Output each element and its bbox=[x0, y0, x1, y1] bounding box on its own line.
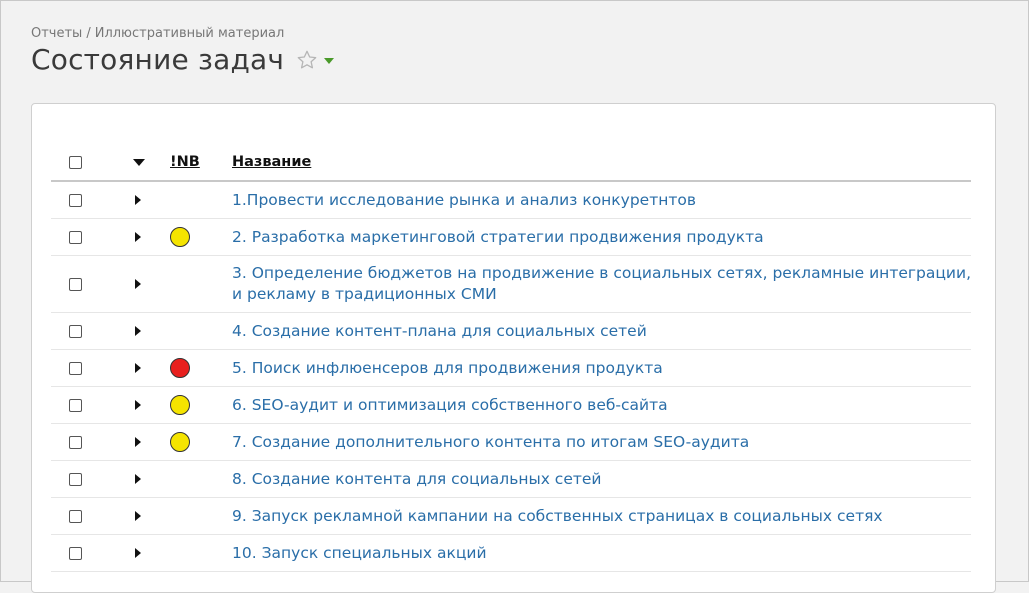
task-link[interactable]: 7. Создание дополнительного контента по … bbox=[232, 433, 749, 451]
expand-icon[interactable] bbox=[135, 474, 141, 484]
table-row: 3. Определение бюджетов на продвижение в… bbox=[51, 256, 971, 313]
expand-icon[interactable] bbox=[135, 548, 141, 558]
table-row: 9. Запуск рекламной кампании на собствен… bbox=[51, 498, 971, 535]
task-link[interactable]: 2. Разработка маркетинговой стратегии пр… bbox=[232, 228, 764, 246]
row-name-cell: 1.Провести исследование рынка и анализ к… bbox=[232, 183, 971, 218]
row-expand-cell bbox=[103, 363, 160, 373]
table-row: 5. Поиск инфлюенсеров для продвижения пр… bbox=[51, 350, 971, 387]
row-nb-cell bbox=[160, 395, 232, 415]
row-checkbox[interactable] bbox=[69, 324, 82, 338]
page-title: Состояние задач bbox=[31, 43, 285, 76]
row-expand-cell bbox=[103, 548, 160, 558]
row-expand-cell bbox=[103, 326, 160, 336]
expand-icon[interactable] bbox=[135, 195, 141, 205]
row-expand-cell bbox=[103, 400, 160, 410]
row-name-cell: 3. Определение бюджетов на продвижение в… bbox=[232, 256, 971, 312]
row-check-cell bbox=[51, 230, 103, 244]
row-name-cell: 6. SEO-аудит и оптимизация собственного … bbox=[232, 388, 971, 423]
table-row: 10. Запуск специальных акций bbox=[51, 535, 971, 572]
row-check-cell bbox=[51, 277, 103, 291]
task-link[interactable]: 8. Создание контента для социальных сете… bbox=[232, 470, 602, 488]
table-row: 7. Создание дополнительного контента по … bbox=[51, 424, 971, 461]
task-link[interactable]: 10. Запуск специальных акций bbox=[232, 544, 487, 562]
row-checkbox[interactable] bbox=[69, 398, 82, 412]
task-table: !NB Название 1.Провести исследование рын… bbox=[51, 144, 971, 572]
table-row: 4. Создание контент-плана для социальных… bbox=[51, 313, 971, 350]
select-all-checkbox[interactable] bbox=[69, 155, 82, 169]
header-expand-cell bbox=[103, 158, 160, 166]
task-link[interactable]: 6. SEO-аудит и оптимизация собственного … bbox=[232, 396, 668, 414]
row-nb-cell bbox=[160, 358, 232, 378]
star-icon[interactable] bbox=[296, 49, 318, 71]
expand-icon[interactable] bbox=[135, 400, 141, 410]
task-link[interactable]: 9. Запуск рекламной кампании на собствен… bbox=[232, 507, 883, 525]
yellow-status-icon bbox=[170, 227, 190, 247]
row-expand-cell bbox=[103, 511, 160, 521]
row-check-cell bbox=[51, 509, 103, 523]
row-expand-cell bbox=[103, 437, 160, 447]
table-header-row: !NB Название bbox=[51, 144, 971, 182]
breadcrumb: Отчеты / Иллюстративный материал bbox=[31, 26, 284, 41]
row-check-cell bbox=[51, 435, 103, 449]
row-expand-cell bbox=[103, 232, 160, 242]
collapse-all-icon[interactable] bbox=[133, 158, 145, 166]
row-checkbox[interactable] bbox=[69, 277, 82, 291]
row-checkbox[interactable] bbox=[69, 546, 82, 560]
task-link[interactable]: 4. Создание контент-плана для социальных… bbox=[232, 322, 647, 340]
yellow-status-icon bbox=[170, 395, 190, 415]
row-name-cell: 7. Создание дополнительного контента по … bbox=[232, 425, 971, 460]
header-name-cell: Название bbox=[232, 144, 971, 180]
red-status-icon bbox=[170, 358, 190, 378]
row-check-cell bbox=[51, 324, 103, 338]
title-row: Состояние задач bbox=[31, 43, 335, 76]
expand-icon[interactable] bbox=[135, 279, 141, 289]
task-link[interactable]: 5. Поиск инфлюенсеров для продвижения пр… bbox=[232, 359, 663, 377]
row-check-cell bbox=[51, 398, 103, 412]
header-nb-cell: !NB bbox=[160, 154, 232, 170]
table-row: 1.Провести исследование рынка и анализ к… bbox=[51, 182, 971, 219]
row-expand-cell bbox=[103, 195, 160, 205]
row-checkbox[interactable] bbox=[69, 193, 82, 207]
breadcrumb-illustrative[interactable]: Иллюстративный материал bbox=[95, 26, 285, 41]
row-checkbox[interactable] bbox=[69, 435, 82, 449]
row-expand-cell bbox=[103, 474, 160, 484]
row-check-cell bbox=[51, 546, 103, 560]
table-row: 8. Создание контента для социальных сете… bbox=[51, 461, 971, 498]
row-expand-cell bbox=[103, 279, 160, 289]
row-checkbox[interactable] bbox=[69, 361, 82, 375]
row-checkbox[interactable] bbox=[69, 230, 82, 244]
expand-icon[interactable] bbox=[135, 326, 141, 336]
report-panel: !NB Название 1.Провести исследование рын… bbox=[31, 103, 996, 593]
breadcrumb-reports[interactable]: Отчеты bbox=[31, 26, 82, 41]
chevron-down-icon[interactable] bbox=[324, 57, 335, 64]
row-checkbox[interactable] bbox=[69, 509, 82, 523]
page-frame: Отчеты / Иллюстративный материал Состояние… bbox=[0, 0, 1029, 593]
name-column-header[interactable]: Название bbox=[232, 154, 311, 170]
breadcrumb-separator: / bbox=[86, 26, 91, 41]
row-name-cell: 4. Создание контент-плана для социальных… bbox=[232, 314, 971, 349]
expand-icon[interactable] bbox=[135, 437, 141, 447]
row-name-cell: 8. Создание контента для социальных сете… bbox=[232, 462, 971, 497]
row-check-cell bbox=[51, 193, 103, 207]
row-name-cell: 2. Разработка маркетинговой стратегии пр… bbox=[232, 220, 971, 255]
table-row: 2. Разработка маркетинговой стратегии пр… bbox=[51, 219, 971, 256]
row-name-cell: 5. Поиск инфлюенсеров для продвижения пр… bbox=[232, 351, 971, 386]
table-row: 6. SEO-аудит и оптимизация собственного … bbox=[51, 387, 971, 424]
row-check-cell bbox=[51, 361, 103, 375]
task-link[interactable]: 3. Определение бюджетов на продвижение в… bbox=[232, 264, 971, 303]
expand-icon[interactable] bbox=[135, 232, 141, 242]
row-name-cell: 10. Запуск специальных акций bbox=[232, 536, 971, 571]
row-nb-cell bbox=[160, 432, 232, 452]
row-check-cell bbox=[51, 472, 103, 486]
row-name-cell: 9. Запуск рекламной кампании на собствен… bbox=[232, 499, 971, 534]
nb-column-header[interactable]: !NB bbox=[170, 154, 200, 170]
yellow-status-icon bbox=[170, 432, 190, 452]
expand-icon[interactable] bbox=[135, 363, 141, 373]
row-checkbox[interactable] bbox=[69, 472, 82, 486]
row-nb-cell bbox=[160, 227, 232, 247]
expand-icon[interactable] bbox=[135, 511, 141, 521]
task-link[interactable]: 1.Провести исследование рынка и анализ к… bbox=[232, 191, 696, 209]
header-check-cell bbox=[51, 155, 103, 169]
